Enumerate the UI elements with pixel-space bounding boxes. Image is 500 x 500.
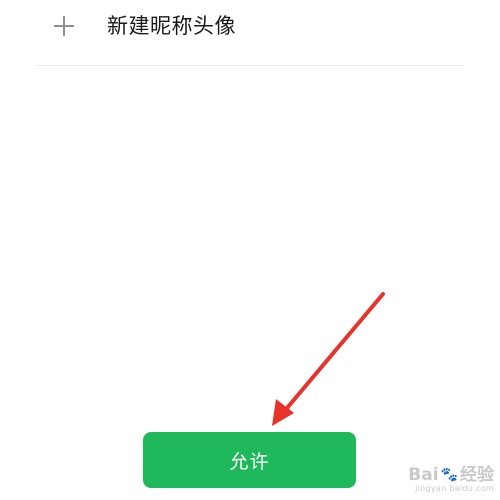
paw-icon: 🐾	[440, 467, 458, 483]
allow-button[interactable]: 允许	[143, 432, 356, 488]
allow-button-label: 允许	[229, 450, 270, 473]
red-arrow-annotation	[272, 292, 385, 426]
new-avatar-label: 新建昵称头像	[107, 14, 236, 38]
watermark-url: jingyan.baidu.com	[415, 484, 494, 493]
watermark-brand-right: 经验	[460, 465, 494, 485]
new-avatar-row[interactable]: 新建昵称头像	[0, 0, 500, 62]
watermark-brand-left: Bai	[408, 465, 439, 485]
plus-icon	[52, 14, 76, 38]
divider	[36, 65, 464, 66]
baidu-jingyan-watermark: Bai 🐾 经验 jingyan.baidu.com	[408, 466, 494, 494]
